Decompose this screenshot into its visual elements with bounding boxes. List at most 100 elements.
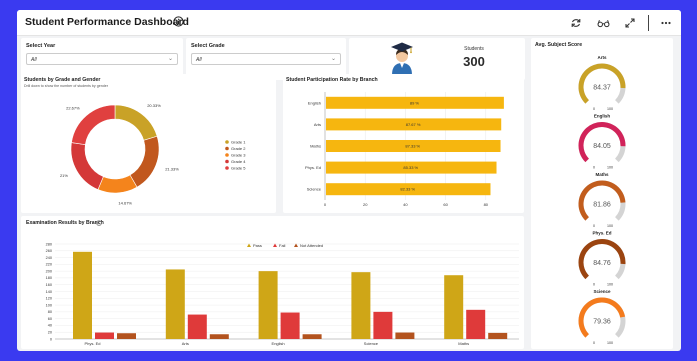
- gauge-title: Maths: [595, 172, 608, 177]
- x-tick-label: 20: [363, 202, 368, 207]
- x-category-label: Phys. Ed: [84, 341, 100, 346]
- x-tick-label: 60: [443, 202, 448, 207]
- exam-bar-pass: [444, 275, 464, 339]
- y-tick-label: 100: [46, 303, 52, 307]
- more-icon[interactable]: [660, 17, 672, 29]
- donut-slice-label: 21.33%: [165, 166, 179, 171]
- grade-select-value: All: [196, 56, 202, 63]
- y-tick-label: 180: [46, 276, 52, 280]
- donut-slice-label: 21%: [60, 173, 68, 178]
- chevron-down-icon: ⌄: [330, 56, 336, 62]
- exam-bar-fail: [95, 332, 114, 339]
- donut-slice: [129, 135, 160, 188]
- x-category-label: Arts: [182, 341, 189, 346]
- donut-chart: 20.33%21.33%14.67%21%22.67%Grade 1Grade …: [60, 103, 246, 205]
- exam-bar-pass: [73, 251, 92, 339]
- gauge-max-label: 100: [607, 224, 613, 228]
- y-category-label: English: [308, 100, 321, 105]
- students-kpi-value: 300: [463, 54, 485, 69]
- gauge-value: 84.05: [593, 143, 611, 150]
- legend-label: Grade 4: [231, 159, 246, 164]
- participation-bar-chart: 0 20 40 60 80 89 % English 87.67 % Arts 87.33 % Ma…: [305, 92, 504, 207]
- gauge-value: 84.37: [593, 85, 611, 92]
- x-tick-label: 0: [324, 202, 327, 207]
- legend-label: Not Attended: [300, 243, 323, 248]
- x-tick-label: 80: [484, 202, 489, 207]
- y-tick-label: 80: [48, 310, 52, 314]
- gauge-value: 81.86: [593, 202, 611, 209]
- gauge-max-label: 100: [607, 166, 613, 170]
- legend-marker: [225, 166, 229, 170]
- exam-bar-fail: [373, 311, 393, 339]
- exam-bar-not-attended: [117, 333, 136, 339]
- x-category-label: Science: [364, 341, 379, 346]
- gauge-max-label: 100: [607, 341, 613, 345]
- y-tick-label: 120: [46, 297, 52, 301]
- exam-bar-chart: 0 20 40 60 80 100 120 140 160 180 200 220 240 260 280 P…: [46, 242, 519, 346]
- donut-slice-label: 22.67%: [66, 106, 80, 111]
- graduate-icon: [391, 42, 413, 75]
- legend-marker: [225, 146, 229, 151]
- refresh-icon[interactable]: [570, 17, 582, 29]
- exam-bar-not-attended: [302, 334, 322, 339]
- y-tick-label: 160: [46, 283, 52, 287]
- donut-slice-label: 20.33%: [147, 103, 161, 108]
- gender-chart-card: Students by Grade and Gender Drill down …: [21, 74, 276, 213]
- bar-value-label: 85.33 %: [403, 165, 418, 170]
- gauge-min-label: 0: [593, 166, 595, 170]
- x-category-label: English: [272, 341, 285, 346]
- subject-score-card: Avg. Subject Score Arts 84.37 0 100 English 8…: [531, 38, 673, 349]
- students-kpi-label: Students: [464, 46, 484, 52]
- y-tick-label: 60: [48, 317, 52, 321]
- donut-slice: [114, 104, 158, 141]
- y-tick-label: 200: [46, 269, 52, 273]
- page-title: Student Performance Dashboard: [25, 16, 189, 28]
- y-tick-label: 20: [48, 331, 52, 335]
- y-category-label: Arts: [314, 122, 321, 127]
- legend-label: Grade 2: [231, 146, 246, 151]
- grade-select[interactable]: All ⌄: [191, 53, 341, 65]
- gauge-min-label: 0: [593, 283, 595, 287]
- gauge-min-label: 0: [593, 224, 595, 228]
- y-category-label: Maths: [310, 144, 321, 149]
- expand-icon[interactable]: [624, 17, 636, 29]
- gender-chart-title: Students by Grade and Gender: [24, 77, 101, 83]
- legend-label: Pass: [253, 243, 262, 248]
- info-icon[interactable]: [173, 16, 184, 27]
- exam-bar-pass: [258, 271, 278, 339]
- y-tick-label: 280: [46, 242, 52, 246]
- gauge-min-label: 0: [593, 341, 595, 345]
- gauge-max-label: 100: [607, 107, 613, 111]
- year-select-value: All: [31, 56, 37, 63]
- participation-chart-card: Student Participation Rate by Branch 0 20…: [283, 74, 524, 213]
- donut-slice-label: 14.67%: [118, 200, 132, 205]
- donut-slice: [71, 104, 116, 145]
- gauge-title: Arts: [597, 55, 606, 60]
- y-tick-label: 140: [46, 290, 52, 294]
- gauge-title: English: [594, 114, 611, 119]
- subject-gauges: Arts 84.37 0 100 English 84.05 0 100 Maths 81.86 0…: [578, 55, 626, 345]
- legend-marker: [225, 159, 229, 164]
- glasses-icon[interactable]: [597, 17, 610, 29]
- legend-marker: [225, 140, 229, 144]
- exam-bar-pass: [165, 269, 185, 339]
- grade-filter-label: Select Grade: [191, 43, 225, 49]
- x-tick-label: 40: [403, 202, 408, 207]
- exam-bar-not-attended: [395, 332, 415, 339]
- donut-slice: [97, 174, 138, 194]
- y-tick-label: 240: [46, 256, 52, 260]
- gauge-max-label: 100: [607, 283, 613, 287]
- year-filter-label: Select Year: [26, 43, 56, 49]
- exam-bar-not-attended: [488, 332, 508, 339]
- gauge-min-label: 0: [593, 107, 595, 111]
- y-category-label: Science: [307, 187, 322, 192]
- gauge-title: Science: [593, 289, 611, 294]
- y-tick-label: 40: [48, 324, 52, 328]
- y-tick-label: 0: [50, 337, 52, 341]
- exam-bar-fail: [466, 309, 486, 339]
- year-select[interactable]: All ⌄: [26, 53, 178, 65]
- exam-bar-not-attended: [209, 334, 229, 339]
- x-category-label: Maths: [458, 341, 469, 346]
- chevron-down-icon: ⌄: [167, 56, 173, 62]
- legend-label: Grade 5: [231, 166, 246, 171]
